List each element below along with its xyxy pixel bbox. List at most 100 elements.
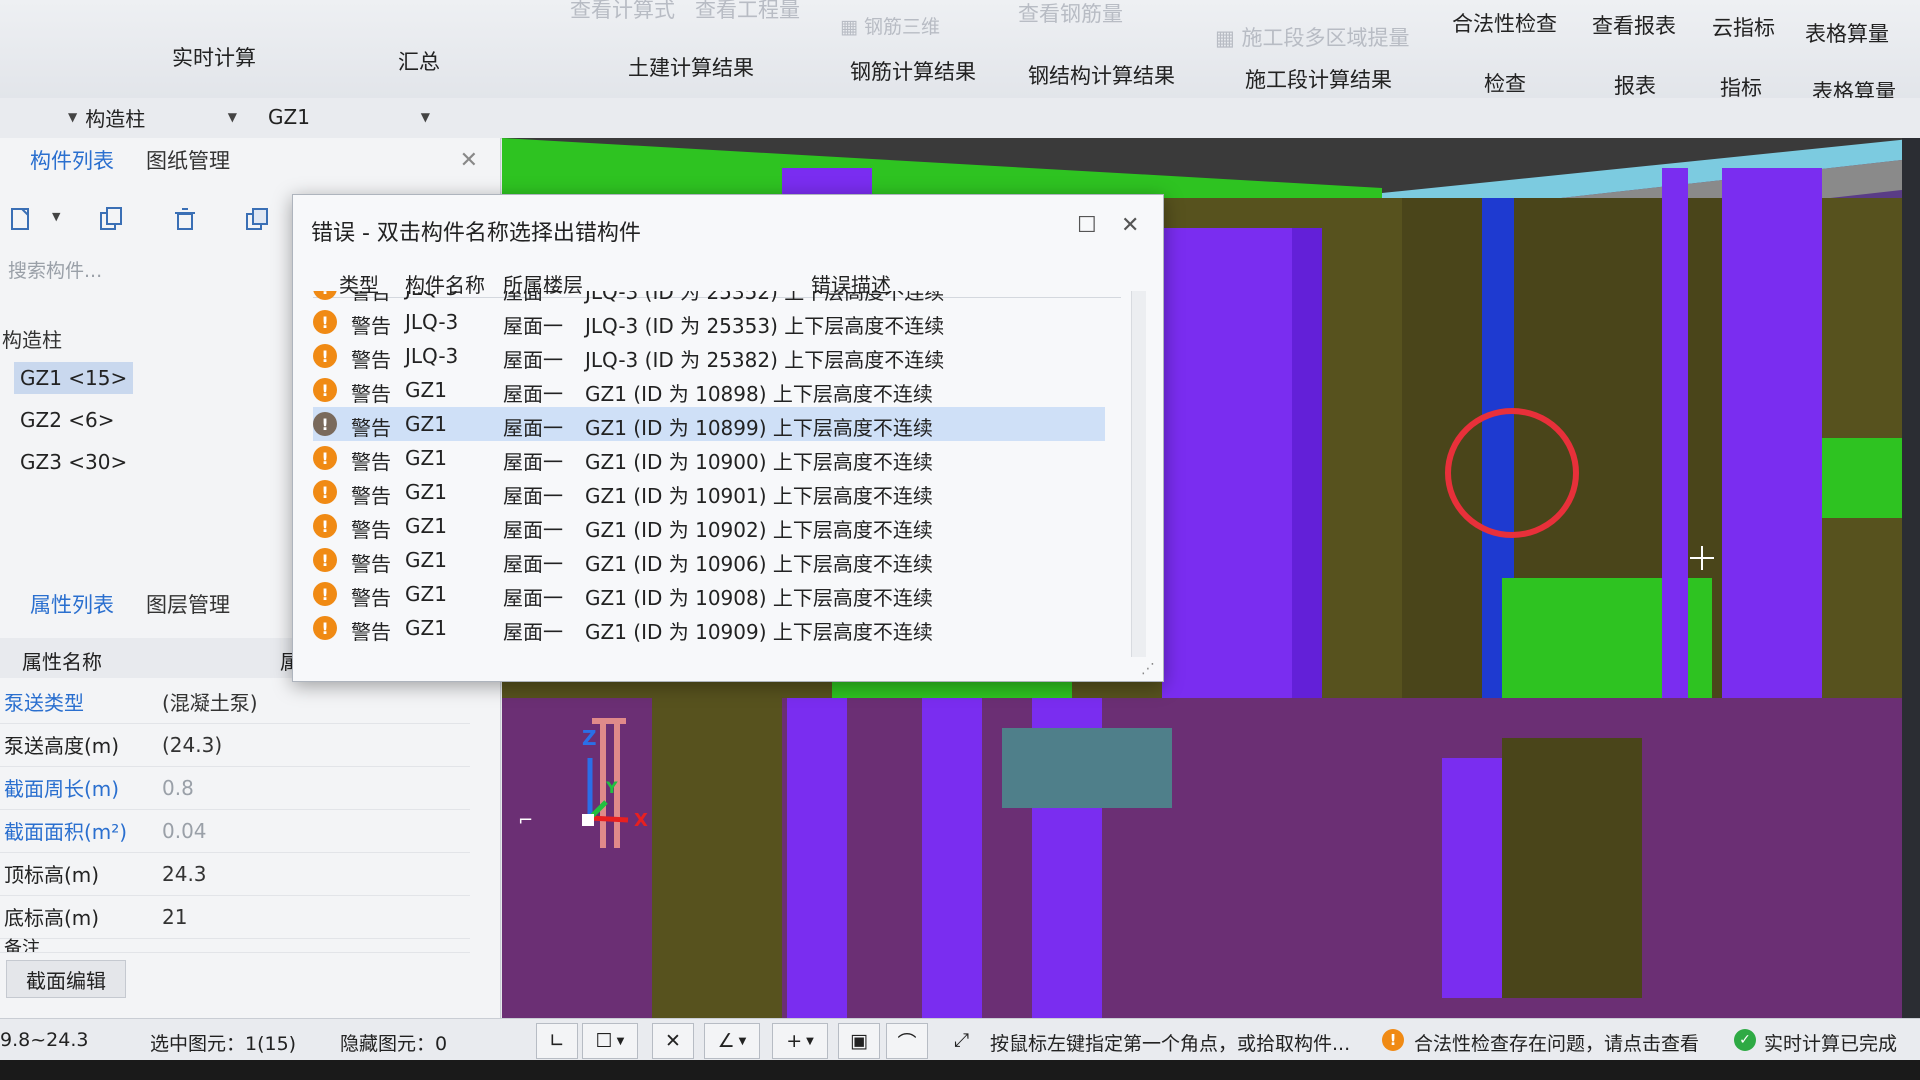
property-row[interactable]: 泵送类型 (混凝土泵) — [0, 680, 470, 724]
angle-button[interactable]: ∠ ▼ — [704, 1023, 760, 1059]
error-row-selected[interactable]: ! 警告 GZ1 屋面一 GZ1 (ID 为 10899) 上下层高度不连续 — [313, 407, 1105, 441]
group-steel-result: 钢结构计算结果 — [1028, 64, 1175, 88]
error-row[interactable]: ! 警告 GZ1 屋面一 GZ1 (ID 为 10908) 上下层高度不连续 — [313, 577, 1121, 611]
chevron-down-icon: ▼ — [616, 1035, 625, 1047]
component-item-gz2[interactable]: GZ2 <6> — [14, 404, 121, 436]
curve-button[interactable]: ⌒ — [886, 1023, 928, 1059]
resize-grip-icon[interactable]: ⋰ — [1141, 661, 1155, 677]
warning-icon[interactable]: ! — [1382, 1029, 1404, 1051]
maximize-icon[interactable]: ☐ — [1077, 213, 1097, 238]
offset-button[interactable]: + ▼ — [772, 1023, 828, 1059]
display-button[interactable]: ▣ — [838, 1023, 880, 1059]
chevron-down-icon: ▼ — [738, 1035, 747, 1047]
chevron-down-icon: ▼ — [420, 110, 430, 124]
offset-icon: + — [786, 1030, 803, 1052]
new-component-button[interactable] — [4, 202, 38, 236]
warning-icon: ! — [313, 412, 337, 436]
status-selected: 选中图元：1(15) — [150, 1033, 297, 1055]
component-type-dropdown[interactable]: ▼ 构造柱 ▼ — [60, 102, 245, 132]
ribbon-table-calc[interactable]: 表格算量 — [1805, 18, 1889, 48]
close-icon[interactable]: ✕ — [1121, 213, 1139, 238]
ortho-icon: ∟ — [549, 1030, 565, 1052]
chevron-down-icon: ▼ — [68, 110, 78, 124]
component-tabs: 构件列表 图纸管理 ✕ — [0, 138, 500, 182]
error-dialog: 错误 - 双击构件名称选择出错构件 ☐ ✕ 类型 构件名称 所属楼层 错误描述 … — [292, 194, 1164, 682]
property-row[interactable]: 泵送高度(m) (24.3) — [0, 723, 470, 767]
snap-button[interactable]: ✕ — [652, 1023, 694, 1059]
error-row[interactable]: ! 警告 GZ1 屋面一 GZ1 (ID 为 10902) 上下层高度不连续 — [313, 509, 1121, 543]
ortho-button[interactable]: ∟ — [536, 1023, 578, 1059]
error-row[interactable]: ! 警告 GZ1 屋面一 GZ1 (ID 为 10906) 上下层高度不连续 — [313, 543, 1121, 577]
ribbon-view-quantity[interactable]: 查看工程量 — [695, 0, 800, 24]
group-rebar-result: 钢筋计算结果 — [850, 60, 976, 84]
ribbon-view-report[interactable]: 查看报表 — [1592, 10, 1676, 40]
status-legality[interactable]: 合法性检查存在问题，请点击查看 — [1414, 1029, 1699, 1056]
status-calc-done: 实时计算已完成 — [1764, 1033, 1898, 1055]
error-row[interactable]: ! 警告 JLQ-3 屋面一 JLQ-3 (ID 为 25382) 上下层高度不连续 — [313, 339, 1121, 373]
ribbon-view-formula[interactable]: 查看计算式 — [570, 0, 675, 24]
status-elevation: 9.8~24.3 — [0, 1029, 89, 1051]
app-window: 查看计算式 查看工程量 ▦ 钢筋三维 查看钢筋量 ▦ 施工段多区域提量 合法性检… — [0, 0, 1920, 1060]
select-box-icon: ☐ — [595, 1030, 613, 1052]
property-row[interactable]: 底标高(m) 21 — [0, 895, 470, 939]
dialog-scrollbar[interactable] — [1131, 291, 1146, 657]
component-item-gz1[interactable]: GZ1 <15> — [14, 362, 134, 394]
section-edit-button[interactable]: 截面编辑 — [6, 960, 126, 998]
property-name-header: 属性名称 — [22, 650, 102, 674]
error-row[interactable]: ! 警告 GZ1 屋面一 GZ1 (ID 为 10901) 上下层高度不连续 — [313, 475, 1121, 509]
tab-drawing-manager[interactable]: 图纸管理 — [130, 145, 246, 175]
cross-icon: ✕ — [665, 1030, 681, 1052]
angle-icon: ∠ — [717, 1030, 735, 1052]
layer-copy-button[interactable] — [240, 202, 274, 236]
component-name-dropdown[interactable]: GZ1 ▼ — [268, 102, 438, 132]
component-item-gz3[interactable]: GZ3 <30> — [14, 446, 133, 478]
ribbon: 查看计算式 查看工程量 ▦ 钢筋三维 查看钢筋量 ▦ 施工段多区域提量 合法性检… — [0, 0, 1920, 104]
delete-button[interactable] — [168, 202, 202, 236]
status-bar: 9.8~24.3 选中图元：1(15) 隐藏图元：0 ∟ ☐ ▼ ✕ ∠ ▼ + ▼ … — [0, 1018, 1920, 1060]
ribbon-legality-check[interactable]: 合法性检查 — [1452, 8, 1557, 38]
chevron-down-icon: ▼ — [806, 1035, 814, 1047]
tab-property-list[interactable]: 属性列表 — [0, 589, 130, 619]
warning-icon: ! — [313, 582, 337, 606]
group-summary: 汇总 — [398, 50, 440, 74]
ribbon-rebar-3d[interactable]: ▦ 钢筋三维 — [840, 12, 940, 39]
layer-copy-icon — [246, 208, 268, 230]
error-row[interactable]: !警告JLQ-3屋面一JLQ-3 (ID 为 25352) 上下层高度不连续 — [313, 291, 1121, 305]
ribbon-view-rebar[interactable]: 查看钢筋量 — [1018, 0, 1123, 28]
category-label: 构造柱 — [2, 328, 62, 352]
tab-layer-manager[interactable]: 图层管理 — [130, 589, 246, 619]
property-row-partial[interactable]: 备注 — [0, 938, 470, 953]
property-row[interactable]: 顶标高(m) 24.3 — [0, 852, 470, 896]
group-realtime-calc: 实时计算 — [172, 46, 256, 70]
error-row[interactable]: ! 警告 JLQ-3 屋面一 JLQ-3 (ID 为 25353) 上下层高度不连续 — [313, 305, 1121, 339]
tab-component-list[interactable]: 构件列表 — [0, 145, 130, 175]
selector-toolbar: ▼ 构造柱 ▼ GZ1 ▼ — [0, 98, 1920, 139]
resize-icon: ⤢ — [954, 1029, 970, 1051]
warning-icon: ! — [313, 310, 337, 334]
copy-button[interactable] — [94, 202, 128, 236]
warning-icon: ! — [313, 480, 337, 504]
property-row[interactable]: 截面周长(m) 0.8 — [0, 766, 470, 810]
select-mode-button[interactable]: ☐ ▼ — [582, 1023, 638, 1059]
warning-icon: ! — [313, 446, 337, 470]
copy-icon — [100, 207, 122, 230]
new-file-icon — [11, 208, 29, 230]
property-row[interactable]: 截面面积(m²) 0.04 — [0, 809, 470, 853]
group-stage-result: 施工段计算结果 — [1245, 68, 1392, 92]
ribbon-cloud-index[interactable]: 云指标 — [1712, 12, 1775, 42]
chevron-down-icon: ▼ — [227, 110, 237, 124]
ribbon-multi-zone[interactable]: ▦ 施工段多区域提量 — [1215, 22, 1410, 52]
warning-icon: ! — [313, 548, 337, 572]
display-icon: ▣ — [850, 1030, 868, 1052]
close-icon[interactable]: ✕ — [460, 148, 478, 173]
warning-icon: ! — [313, 344, 337, 368]
group-civil-result: 土建计算结果 — [628, 56, 754, 80]
group-report: 报表 — [1614, 74, 1656, 98]
error-row[interactable]: ! 警告 GZ1 屋面一 GZ1 (ID 为 10898) 上下层高度不连续 — [313, 373, 1121, 407]
search-input[interactable]: 搜索构件... — [8, 256, 102, 283]
chevron-down-icon[interactable]: ▼ — [52, 210, 60, 223]
error-row[interactable]: ! 警告 GZ1 屋面一 GZ1 (ID 为 10900) 上下层高度不连续 — [313, 441, 1121, 475]
multi-zone-icon: ▦ — [1215, 26, 1242, 50]
axis-x-label: X — [634, 810, 648, 831]
error-row[interactable]: ! 警告 GZ1 屋面一 GZ1 (ID 为 10909) 上下层高度不连续 — [313, 611, 1121, 645]
